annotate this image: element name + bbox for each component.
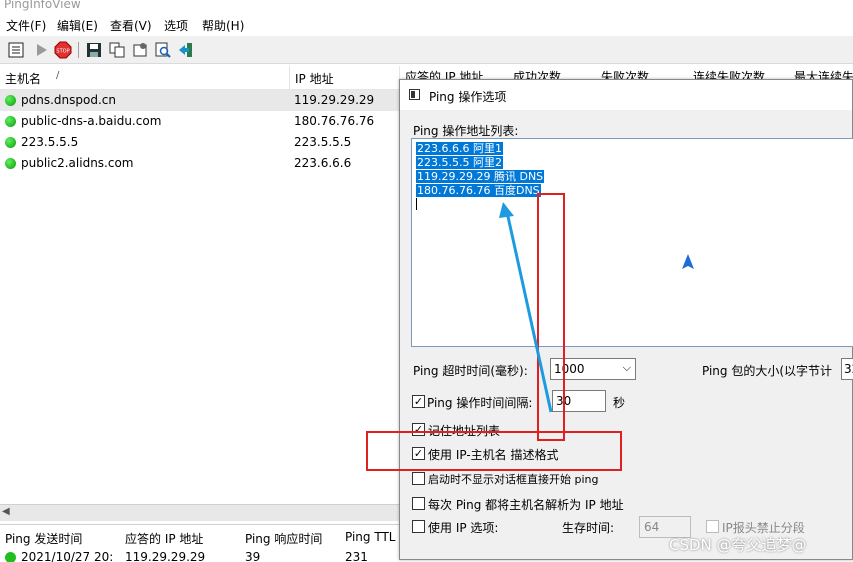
annotation-arrow-head	[682, 254, 694, 269]
annotation-arrows	[499, 202, 694, 413]
watermark: CSDN @夸父追梦@	[669, 536, 807, 554]
annotation-arrow	[505, 211, 553, 413]
annotation-arrow-head	[499, 202, 514, 218]
